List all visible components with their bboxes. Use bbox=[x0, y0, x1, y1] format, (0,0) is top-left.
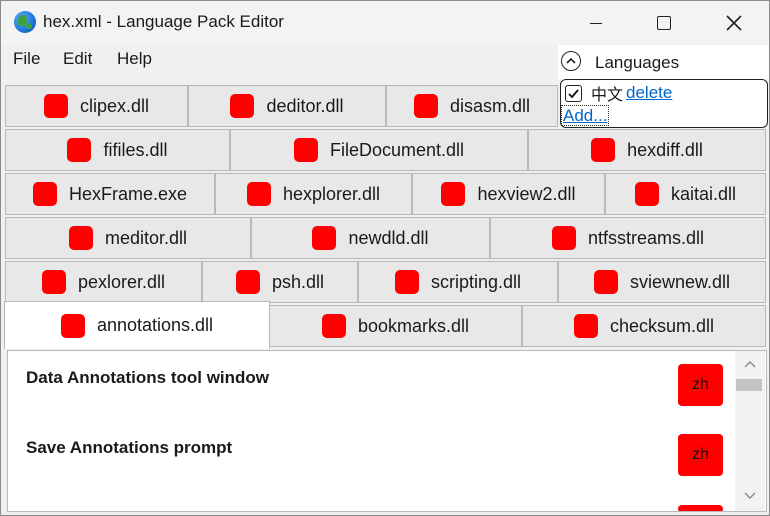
tab-label: newdld.dll bbox=[348, 227, 429, 248]
checkmark-icon bbox=[568, 88, 579, 98]
language-badge[interactable]: zh bbox=[678, 364, 723, 406]
minimize-button[interactable] bbox=[573, 1, 619, 45]
tab-label: annotations.dll bbox=[96, 315, 214, 335]
tab-ntfsstreams[interactable]: ntfsstreams.dll bbox=[490, 217, 766, 259]
scroll-thumb[interactable] bbox=[736, 379, 762, 391]
tab-checksum[interactable]: checksum.dll bbox=[522, 305, 766, 347]
close-button[interactable] bbox=[711, 1, 757, 45]
language-badge-partial[interactable] bbox=[678, 505, 723, 511]
tab-filedocument[interactable]: FileDocument.dll bbox=[230, 129, 528, 171]
tab-label: disasm.dll bbox=[449, 95, 531, 116]
menu-file[interactable]: File bbox=[13, 49, 40, 69]
tab-marker bbox=[60, 313, 85, 338]
tab-label: fifiles.dll bbox=[103, 139, 168, 160]
minimize-icon bbox=[590, 22, 602, 24]
language-checkbox[interactable] bbox=[565, 84, 582, 102]
language-item: 中文 delete bbox=[565, 82, 672, 104]
tab-marker bbox=[321, 314, 346, 338]
languages-list: 中文 delete Add... bbox=[560, 79, 768, 128]
tab-marker bbox=[230, 94, 255, 118]
tab-marker bbox=[312, 226, 337, 250]
tab-marker bbox=[593, 270, 618, 294]
tab-marker bbox=[293, 138, 318, 162]
tab-hexplorer[interactable]: hexplorer.dll bbox=[215, 173, 412, 215]
tab-marker bbox=[591, 138, 616, 162]
tab-marker bbox=[441, 182, 466, 206]
tab-deditor[interactable]: deditor.dll bbox=[188, 85, 386, 127]
tab-meditor[interactable]: meditor.dll bbox=[5, 217, 251, 259]
tab-marker bbox=[68, 226, 93, 250]
tab-label: hexview2.dll bbox=[477, 183, 576, 204]
scroll-up-button[interactable] bbox=[742, 357, 758, 371]
tab-marker bbox=[394, 270, 419, 294]
collapse-languages-button[interactable] bbox=[561, 51, 581, 71]
tab-label: pexlorer.dll bbox=[77, 271, 166, 292]
tab-label: ntfsstreams.dll bbox=[587, 227, 705, 248]
tab-sviewnew[interactable]: sviewnew.dll bbox=[558, 261, 766, 303]
tab-label: meditor.dll bbox=[104, 227, 188, 248]
tab-bookmarks[interactable]: bookmarks.dll bbox=[269, 305, 522, 347]
tab-newdld[interactable]: newdld.dll bbox=[251, 217, 490, 259]
tab-fifiles[interactable]: fifiles.dll bbox=[5, 129, 230, 171]
close-icon bbox=[726, 15, 742, 31]
language-badge[interactable]: zh bbox=[678, 434, 723, 476]
tab-marker bbox=[413, 94, 438, 118]
language-name: 中文 bbox=[591, 85, 624, 104]
tab-disasm[interactable]: disasm.dll bbox=[386, 85, 558, 127]
tab-annotations[interactable]: annotations.dll bbox=[4, 301, 270, 349]
tab-psh[interactable]: psh.dll bbox=[202, 261, 358, 303]
tab-marker bbox=[573, 314, 598, 338]
languages-title: Languages bbox=[595, 53, 680, 72]
chevron-up-icon bbox=[566, 57, 576, 64]
tab-label: bookmarks.dll bbox=[357, 315, 470, 336]
window-title: hex.xml - Language Pack Editor bbox=[43, 12, 284, 31]
tab-kaitai[interactable]: kaitai.dll bbox=[605, 173, 766, 215]
tab-label: clipex.dll bbox=[79, 95, 150, 116]
tab-marker bbox=[67, 138, 92, 162]
tab-label: psh.dll bbox=[271, 271, 325, 292]
entry-label: Save Annotations prompt bbox=[26, 438, 233, 457]
tab-marker bbox=[634, 182, 659, 206]
annotations-content: Data Annotations tool window zh Save Ann… bbox=[7, 350, 767, 512]
title-bar: hex.xml - Language Pack Editor bbox=[1, 1, 769, 45]
maximize-icon bbox=[657, 16, 671, 30]
tab-hexframe[interactable]: HexFrame.exe bbox=[5, 173, 215, 215]
tab-label: hexplorer.dll bbox=[282, 183, 381, 204]
menu-edit[interactable]: Edit bbox=[63, 49, 92, 69]
tab-label: scripting.dll bbox=[430, 271, 522, 292]
tab-marker bbox=[235, 270, 260, 294]
tab-marker bbox=[32, 182, 57, 206]
maximize-button[interactable] bbox=[641, 1, 687, 45]
entry-label: Data Annotations tool window bbox=[26, 368, 270, 387]
menu-bar: File Edit Help bbox=[1, 45, 557, 75]
tab-label: HexFrame.exe bbox=[68, 183, 188, 204]
tab-marker bbox=[246, 182, 271, 206]
tab-marker bbox=[43, 94, 68, 118]
chevron-up-icon bbox=[744, 361, 756, 368]
app-window: hex.xml - Language Pack Editor File Edit… bbox=[0, 0, 770, 516]
tab-hexdiff[interactable]: hexdiff.dll bbox=[528, 129, 766, 171]
chevron-down-icon bbox=[744, 492, 756, 499]
delete-language-link[interactable]: delete bbox=[626, 83, 672, 103]
languages-panel: Languages bbox=[558, 45, 769, 79]
menu-help[interactable]: Help bbox=[117, 49, 152, 69]
tab-marker bbox=[41, 270, 66, 294]
tab-label: sviewnew.dll bbox=[629, 271, 731, 292]
tab-label: hexdiff.dll bbox=[627, 139, 703, 160]
tab-hexview2[interactable]: hexview2.dll bbox=[412, 173, 605, 215]
tab-label: FileDocument.dll bbox=[329, 139, 465, 160]
tab-pexlorer[interactable]: pexlorer.dll bbox=[5, 261, 202, 303]
vertical-scrollbar[interactable] bbox=[735, 351, 765, 511]
tab-marker bbox=[551, 226, 576, 250]
tab-label: deditor.dll bbox=[266, 95, 344, 116]
tab-label: checksum.dll bbox=[609, 315, 715, 336]
tab-label: kaitai.dll bbox=[670, 183, 737, 204]
add-language-link[interactable]: Add... bbox=[561, 105, 610, 126]
tab-scripting[interactable]: scripting.dll bbox=[358, 261, 558, 303]
scroll-down-button[interactable] bbox=[742, 489, 758, 503]
tab-clipex[interactable]: clipex.dll bbox=[5, 85, 188, 127]
globe-icon bbox=[14, 11, 36, 33]
